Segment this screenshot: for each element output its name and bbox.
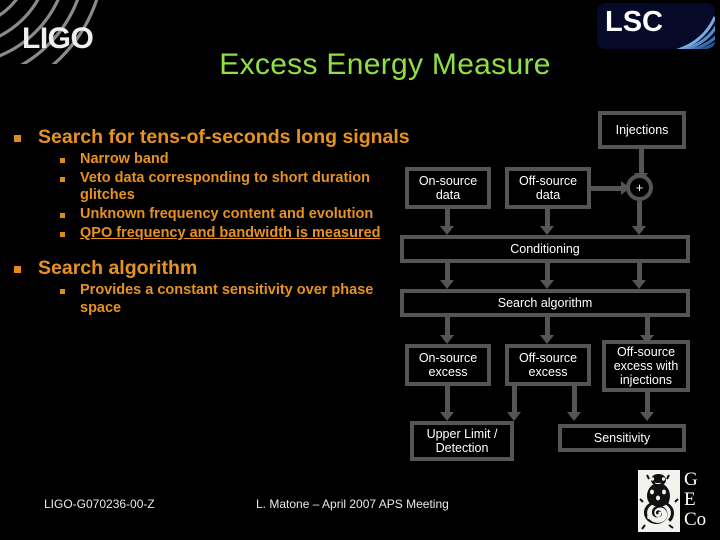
flow-node-on-source-data: On-source data bbox=[405, 167, 491, 209]
flow-node-label: On-source data bbox=[418, 174, 478, 202]
bullet-level1-search-algorithm: Search algorithm bbox=[14, 257, 414, 280]
bullet-content: Search for tens-of-seconds long signals … bbox=[14, 126, 414, 318]
flow-node-label: Conditioning bbox=[510, 242, 580, 256]
flow-arrowhead-icon bbox=[632, 226, 646, 235]
flow-arrowhead-icon bbox=[632, 280, 646, 289]
slide-canvas: LIGO LSC Excess Energy Measure Search fo… bbox=[0, 0, 720, 540]
bullet-level1-text: Search algorithm bbox=[38, 257, 198, 280]
flow-node-label: Sensitivity bbox=[593, 431, 651, 445]
footer-presenter: L. Matone – April 2007 APS Meeting bbox=[256, 497, 449, 511]
flow-arrowhead-icon bbox=[540, 280, 554, 289]
flow-node-label: + bbox=[635, 180, 644, 195]
bullet-level2-text: Provides a constant sensitivity over pha… bbox=[80, 282, 374, 316]
flow-edge bbox=[445, 386, 450, 415]
lsc-logo-text: LSC bbox=[605, 6, 663, 38]
flow-node-conditioning: Conditioning bbox=[400, 235, 690, 263]
lsc-logo: LSC bbox=[597, 3, 715, 49]
bullet-sublist-1: Narrow band Veto data corresponding to s… bbox=[60, 151, 414, 242]
flow-node-upper-limit: Upper Limit / Detection bbox=[410, 421, 514, 461]
bullet-level1-text: Search for tens-of-seconds long signals bbox=[38, 126, 410, 148]
flow-arrowhead-icon bbox=[440, 226, 454, 235]
gecko-glyph-icon bbox=[639, 474, 679, 530]
flow-arrowhead-icon bbox=[540, 226, 554, 235]
geco-gecko-icon bbox=[638, 470, 680, 532]
bullet-level2-text: Unknown frequency content and evolution bbox=[80, 205, 374, 222]
list-item: QPO frequency and bandwidth is measured bbox=[60, 225, 414, 243]
bullet-marker-icon bbox=[60, 151, 80, 163]
flow-node-label: Off-source data bbox=[518, 174, 578, 202]
flow-node-label: Search algorithm bbox=[497, 296, 593, 310]
flow-node-label: On-source excess bbox=[418, 351, 478, 379]
flow-edge bbox=[591, 186, 622, 191]
flow-node-injections: Injections bbox=[598, 111, 686, 149]
footer-document-id: LIGO-G070236-00-Z bbox=[44, 497, 155, 511]
flow-edge bbox=[637, 201, 642, 229]
geco-letter-g: G bbox=[684, 469, 698, 490]
bullet-level2-text-underlined: QPO frequency and bandwidth is measured bbox=[80, 224, 381, 241]
pipeline-flowchart: Injections On-source data Off-source dat… bbox=[392, 104, 712, 464]
list-item: Narrow band bbox=[60, 151, 414, 169]
flow-arrowhead-icon bbox=[507, 412, 521, 421]
flow-node-search-algorithm: Search algorithm bbox=[400, 289, 690, 317]
flow-edge bbox=[512, 386, 517, 415]
flow-arrowhead-icon bbox=[440, 412, 454, 421]
bullet-marker-icon bbox=[14, 257, 38, 274]
bullet-marker-icon bbox=[60, 225, 80, 237]
geco-logo: G E Co bbox=[638, 470, 716, 534]
list-item: Unknown frequency content and evolution bbox=[60, 206, 414, 224]
list-item: Veto data corresponding to short duratio… bbox=[60, 170, 414, 205]
flow-node-label: Off-source excess with injections bbox=[613, 345, 679, 387]
geco-letter-e: E bbox=[684, 489, 696, 510]
flow-edge bbox=[572, 386, 577, 415]
flow-node-label: Upper Limit / Detection bbox=[426, 427, 498, 455]
flow-arrowhead-icon bbox=[640, 412, 654, 421]
geco-letters: G E Co bbox=[684, 470, 706, 530]
bullet-marker-icon bbox=[60, 206, 80, 218]
bullet-marker-icon bbox=[60, 282, 80, 295]
list-item: Provides a constant sensitivity over pha… bbox=[60, 282, 414, 317]
page-title: Excess Energy Measure bbox=[219, 48, 551, 81]
flow-node-off-source-data: Off-source data bbox=[505, 167, 591, 209]
bullet-level1-search-signals: Search for tens-of-seconds long signals bbox=[14, 126, 414, 149]
bullet-level2-text: Veto data corresponding to short duratio… bbox=[80, 169, 371, 204]
flow-arrowhead-icon bbox=[540, 335, 554, 344]
flow-arrowhead-icon bbox=[440, 280, 454, 289]
bullet-marker-icon bbox=[60, 170, 80, 182]
bullet-marker-icon bbox=[14, 126, 38, 142]
flow-edge bbox=[639, 149, 644, 176]
flow-node-off-source-excess-injections: Off-source excess with injections bbox=[602, 340, 690, 392]
flow-node-sensitivity: Sensitivity bbox=[558, 424, 686, 452]
flow-node-off-source-excess: Off-source excess bbox=[505, 344, 591, 386]
flow-arrowhead-icon bbox=[440, 335, 454, 344]
flow-node-label: Injections bbox=[615, 123, 669, 137]
flow-arrowhead-icon bbox=[567, 412, 581, 421]
bullet-sublist-2: Provides a constant sensitivity over pha… bbox=[60, 282, 414, 317]
flow-node-label: Off-source excess bbox=[518, 351, 578, 379]
flow-node-on-source-excess: On-source excess bbox=[405, 344, 491, 386]
bullet-level2-text: Narrow band bbox=[80, 150, 169, 167]
flow-node-adder: + bbox=[626, 174, 653, 201]
geco-letter-co: Co bbox=[684, 509, 707, 530]
